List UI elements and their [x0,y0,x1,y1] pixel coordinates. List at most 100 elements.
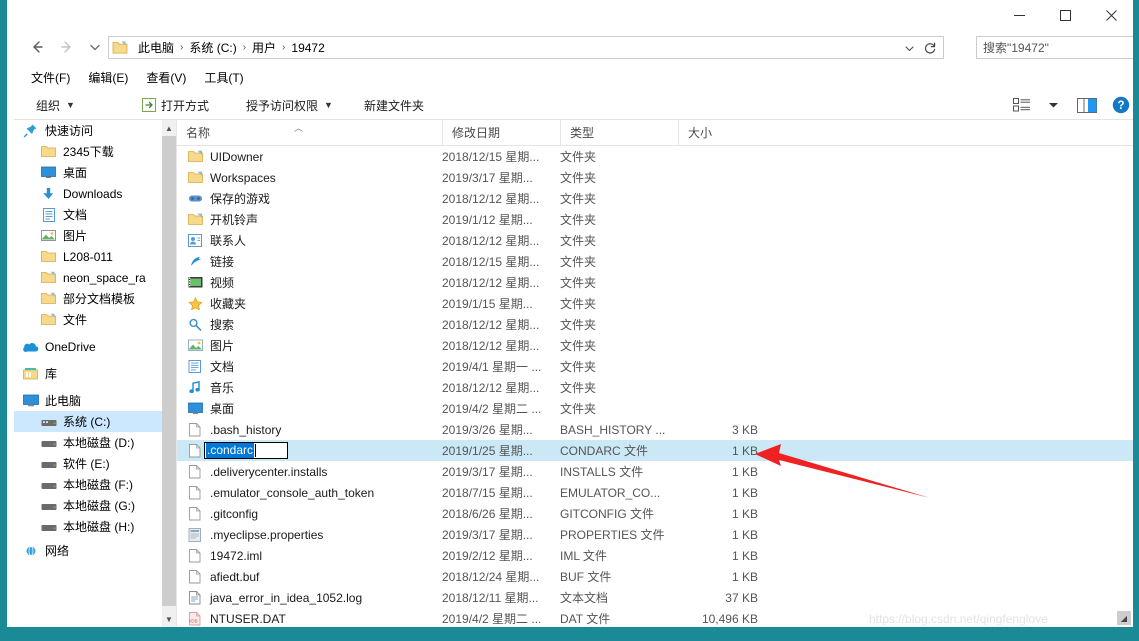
file-name-cell[interactable]: .myeclipse.properties [177,524,442,545]
table-row[interactable]: .deliverycenter.installs2019/3/17 星期...I… [177,461,1139,482]
close-button[interactable] [1088,0,1134,30]
table-row[interactable]: java_error_in_idea_1052.log2018/12/11 星期… [177,587,1139,608]
breadcrumb-item-0[interactable]: 此电脑 [135,37,177,58]
sidebar-item-pictures[interactable]: 图片 [14,225,162,246]
recent-locations-button[interactable] [82,35,108,59]
file-name-cell[interactable]: .emulator_console_auth_token [177,482,442,503]
rename-input[interactable]: .condarc [204,442,288,459]
back-button[interactable] [24,35,50,59]
sidebar-item-quick-access[interactable]: 快速访问 [14,120,162,141]
maximize-button[interactable] [1042,0,1088,30]
sidebar-item-neon-space-ra[interactable]: neon_space_ra [14,267,162,288]
menu-view[interactable]: 查看(V) [137,66,195,89]
table-row[interactable]: .emulator_console_auth_token2018/7/15 星期… [177,482,1139,503]
table-row[interactable]: .myeclipse.properties2019/3/17 星期...PROP… [177,524,1139,545]
table-row[interactable]: 视频2018/12/12 星期...文件夹 [177,272,1139,293]
table-row[interactable]: Workspaces2019/3/17 星期...文件夹 [177,167,1139,188]
sidebar-item-files[interactable]: 文件 [14,309,162,330]
table-row[interactable]: 桌面2019/4/2 星期二 ...文件夹 [177,398,1139,419]
address-breadcrumb-box[interactable]: 此电脑 › 系统 (C:) › 用户 › 19472 [108,36,944,59]
sidebar-item-disk-e[interactable]: 软件 (E:) [14,453,162,474]
sidebar-item-downloads[interactable]: Downloads [14,183,162,204]
file-name-cell[interactable]: .gitconfig [177,503,442,524]
breadcrumb-item-1[interactable]: 系统 (C:) [186,37,239,58]
view-options-button[interactable] [1009,93,1035,117]
refresh-icon[interactable] [922,40,938,56]
table-row[interactable]: 开机铃声2019/1/12 星期...文件夹 [177,209,1139,230]
forward-button[interactable] [54,35,80,59]
sidebar-item-disk-d[interactable]: 本地磁盘 (D:) [14,432,162,453]
scrollbar-thumb[interactable] [162,136,176,606]
file-name-cell[interactable]: 桌面 [177,398,442,419]
table-row[interactable]: .bash_history2019/3/26 星期...BASH_HISTORY… [177,419,1139,440]
file-name-cell[interactable]: 保存的游戏 [177,188,442,209]
sidebar-item-2345downloads[interactable]: 2345下载 [14,141,162,162]
sidebar-item-onedrive[interactable]: OneDrive [14,336,162,357]
table-row[interactable]: 联系人2018/12/12 星期...文件夹 [177,230,1139,251]
file-name-cell[interactable]: afiedt.buf [177,566,442,587]
table-row[interactable]: afiedt.buf2018/12/24 星期...BUF 文件1 KB [177,566,1139,587]
table-row[interactable]: 19472.iml2019/2/12 星期...IML 文件1 KB [177,545,1139,566]
file-name-cell[interactable]: 视频 [177,272,442,293]
grant-access-button[interactable]: 授予访问权限 ▼ [240,94,339,116]
navigation-scrollbar[interactable]: ▲ ▼ [162,120,176,627]
table-row[interactable]: .gitconfig2018/6/26 星期...GITCONFIG 文件1 K… [177,503,1139,524]
chevron-down-icon[interactable] [901,40,917,56]
organize-button[interactable]: 组织 ▼ [30,94,81,116]
menu-edit[interactable]: 编辑(E) [79,66,137,89]
file-name-cell[interactable]: 图片 [177,335,442,356]
file-name-cell[interactable]: 文档 [177,356,442,377]
table-row[interactable]: 文档2019/4/1 星期一 ...文件夹 [177,356,1139,377]
new-folder-button[interactable]: 新建文件夹 [358,94,430,116]
resize-grip[interactable]: ◢ [1117,611,1131,625]
sidebar-item-desktop[interactable]: 桌面 [14,162,162,183]
file-name-cell[interactable]: UIDowner [177,146,442,167]
table-row[interactable]: 搜索2018/12/12 星期...文件夹 [177,314,1139,335]
file-name-cell[interactable]: .condarc [177,440,442,461]
table-row[interactable]: 图片2018/12/12 星期...文件夹 [177,335,1139,356]
menu-tools[interactable]: 工具(T) [195,66,252,89]
preview-pane-button[interactable] [1074,93,1100,117]
open-with-button[interactable]: 打开方式 [134,94,215,116]
file-name-cell[interactable]: 联系人 [177,230,442,251]
scroll-down-icon[interactable]: ▼ [162,611,176,627]
minimize-button[interactable] [996,0,1042,30]
column-header-size[interactable]: 大小 [678,120,758,145]
sidebar-item-libraries[interactable]: 库 [14,363,162,384]
column-header-date[interactable]: 修改日期 [442,120,560,145]
breadcrumb-item-2[interactable]: 用户 [249,37,279,58]
sidebar-item-system-c[interactable]: 系统 (C:) [14,411,162,432]
search-input[interactable] [977,37,1139,58]
file-name-cell[interactable]: 链接 [177,251,442,272]
menu-file[interactable]: 文件(F) [22,66,79,89]
table-row[interactable]: 收藏夹2019/1/15 星期...文件夹 [177,293,1139,314]
column-header-type[interactable]: 类型 [560,120,678,145]
table-row[interactable]: .condarc2019/1/25 星期...CONDARC 文件1 KB [177,440,1139,461]
file-name-cell[interactable]: Workspaces [177,167,442,188]
breadcrumb-item-3[interactable]: 19472 [288,39,327,57]
sidebar-item-disk-h[interactable]: 本地磁盘 (H:) [14,516,162,537]
file-name-cell[interactable]: 音乐 [177,377,442,398]
file-name-cell[interactable]: .deliverycenter.installs [177,461,442,482]
file-name-cell[interactable]: .bash_history [177,419,442,440]
table-row[interactable]: UIDowner2018/12/15 星期...文件夹 [177,146,1139,167]
view-options-dropdown[interactable] [1044,93,1062,117]
file-name-cell[interactable]: VDBNTUSER.DAT [177,608,442,627]
file-name-cell[interactable]: 开机铃声 [177,209,442,230]
table-row[interactable]: 链接2018/12/15 星期...文件夹 [177,251,1139,272]
file-name-cell[interactable]: 19472.iml [177,545,442,566]
sidebar-item-this-pc[interactable]: 此电脑 [14,390,162,411]
search-box[interactable] [976,36,1139,59]
sidebar-item-l208-011[interactable]: L208-011 [14,246,162,267]
table-row[interactable]: 音乐2018/12/12 星期...文件夹 [177,377,1139,398]
column-header-name[interactable]: 名称 ︿ [177,120,442,145]
sidebar-item-disk-f[interactable]: 本地磁盘 (F:) [14,474,162,495]
sidebar-item-disk-g[interactable]: 本地磁盘 (G:) [14,495,162,516]
sidebar-item-doc-templates[interactable]: 部分文档模板 [14,288,162,309]
file-name-cell[interactable]: java_error_in_idea_1052.log [177,587,442,608]
table-row[interactable]: 保存的游戏2018/12/12 星期...文件夹 [177,188,1139,209]
help-button[interactable]: ? [1109,93,1133,117]
sidebar-item-documents[interactable]: 文档 [14,204,162,225]
scroll-up-icon[interactable]: ▲ [162,120,176,136]
sidebar-item-network[interactable]: 网络 [14,540,162,561]
